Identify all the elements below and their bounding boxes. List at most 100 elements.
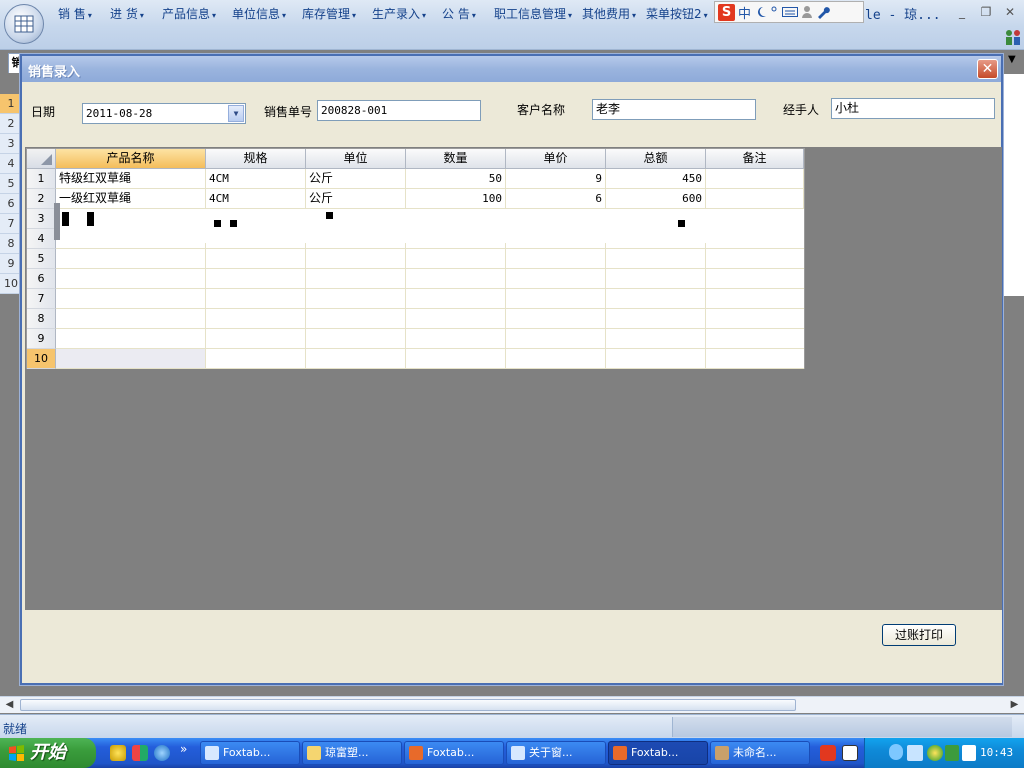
office-button[interactable] [4, 4, 44, 44]
cell-product[interactable]: 特级红双草绳 [56, 169, 206, 189]
col-header-unit[interactable]: 单位 [306, 149, 406, 169]
scroll-right-icon[interactable]: ▶ [1006, 697, 1023, 713]
shield-icon[interactable] [945, 745, 959, 761]
col-header-note[interactable]: 备注 [706, 149, 804, 169]
cell-note[interactable] [706, 169, 804, 189]
col-header-total[interactable]: 总额 [606, 149, 706, 169]
row-header[interactable]: 7 [27, 289, 56, 309]
menu-inventory[interactable]: 库存管理 ▾ [302, 6, 356, 22]
menu-other-expenses[interactable]: 其他费用 ▾ [582, 6, 636, 22]
handler-field[interactable]: 小杜 [831, 98, 995, 119]
bg-row-number: 3 [0, 134, 22, 154]
menu-unit-info[interactable]: 单位信息 ▾ [232, 6, 286, 22]
cell-total[interactable]: 450 [606, 169, 706, 189]
status-text: 就绪 [3, 722, 28, 736]
menu-notice[interactable]: 公 告 ▾ [442, 6, 476, 22]
row-header[interactable]: 8 [27, 309, 56, 329]
cell-price[interactable]: 9 [506, 169, 606, 189]
col-header-spec[interactable]: 规格 [206, 149, 306, 169]
dialog-titlebar[interactable]: 销售录入 ✕ [22, 56, 1001, 82]
col-header-price[interactable]: 单价 [506, 149, 606, 169]
row-header[interactable]: 9 [27, 329, 56, 349]
customer-field[interactable]: 老李 [592, 99, 756, 120]
date-value: 2011-08-28 [86, 107, 153, 120]
user-icon[interactable] [801, 5, 813, 19]
cell-product[interactable]: 一级红双草绳 [56, 189, 206, 209]
bg-row-number: 2 [0, 114, 22, 134]
row-header[interactable]: 2 [27, 189, 56, 209]
start-button[interactable]: 开始 [0, 738, 96, 768]
cell-note[interactable] [706, 189, 804, 209]
ie-icon [511, 746, 525, 760]
cell-unit[interactable]: 公斤 [306, 169, 406, 189]
select-all-corner[interactable] [27, 149, 56, 169]
ie-icon[interactable] [154, 745, 170, 761]
date-picker[interactable]: 2011-08-28 ▼ [82, 103, 246, 124]
row-header[interactable]: 5 [27, 249, 56, 269]
task-folder[interactable]: 琼富塑... [302, 741, 402, 765]
row-header[interactable]: 6 [27, 269, 56, 289]
artifact-block [87, 212, 94, 226]
wrench-icon[interactable] [816, 5, 830, 19]
sales-lines-grid[interactable]: 产品名称 规格 单位 数量 单价 总额 备注 1 2 3 4 5 6 7 8 9… [26, 148, 805, 369]
post-and-print-button[interactable]: 过账打印 [882, 624, 956, 646]
task-about-window[interactable]: 关于窗... [506, 741, 606, 765]
horizontal-scrollbar[interactable]: ◀ ▶ [0, 696, 1024, 713]
chevron-down-icon[interactable]: ▼ [228, 105, 244, 122]
scrollbar-thumb[interactable] [20, 699, 796, 711]
row-header[interactable]: 1 [27, 169, 56, 189]
row-header-selected[interactable]: 10 [27, 349, 56, 369]
menu-staff[interactable]: 职工信息管理 ▾ [494, 6, 572, 22]
task-foxtable-2[interactable]: Foxtab... [404, 741, 504, 765]
dialog-close-button[interactable]: ✕ [977, 59, 998, 79]
row-header[interactable]: 4 [27, 229, 56, 249]
bg-row-number: 8 [0, 234, 22, 254]
help-icon[interactable] [842, 745, 858, 761]
cell-qty[interactable]: 100 [406, 189, 506, 209]
battery-icon[interactable] [962, 745, 976, 761]
ime-mode[interactable]: 中 [738, 3, 751, 22]
cell-spec[interactable]: 4CM [206, 169, 306, 189]
minimize-button[interactable]: _ [952, 4, 972, 20]
keyboard-icon[interactable] [782, 6, 799, 18]
cell-price[interactable]: 6 [506, 189, 606, 209]
people-icon[interactable] [1004, 28, 1022, 46]
menu-purchase[interactable]: 进 货 ▾ [110, 6, 144, 22]
clock[interactable]: 10:43 [980, 746, 1013, 759]
artifact-block [230, 220, 237, 227]
restore-button[interactable]: ❐ [976, 4, 996, 20]
quicklaunch-app-icon[interactable] [132, 745, 148, 761]
tray-expand-icon[interactable] [889, 744, 903, 760]
menu-production[interactable]: 生产录入 ▾ [372, 6, 426, 22]
task-untitled-paint[interactable]: 未命名... [710, 741, 810, 765]
bg-row-number: 10 [0, 274, 22, 294]
quicklaunch-more-icon[interactable]: » [180, 742, 187, 756]
menu-button-2[interactable]: 菜单按钮2 ▾ [646, 6, 708, 22]
window-close-button[interactable]: ✕ [1000, 4, 1020, 20]
task-foxtable-active[interactable]: Foxtab... [608, 741, 708, 765]
quicklaunch-add-icon[interactable] [110, 745, 126, 761]
col-header-product[interactable]: 产品名称 [56, 149, 206, 169]
scroll-left-icon[interactable]: ◀ [1, 697, 18, 713]
menu-product-info[interactable]: 产品信息 ▾ [162, 6, 216, 22]
order-number-field[interactable]: 200828-001 [317, 100, 481, 121]
artifact-block [54, 203, 60, 240]
ime-toolbar[interactable]: S 中 [714, 1, 864, 23]
row-header[interactable]: 3 [27, 209, 56, 229]
dialog-footer [25, 610, 1002, 683]
security-icon[interactable] [927, 745, 943, 761]
cell-qty[interactable]: 50 [406, 169, 506, 189]
network-icon[interactable] [907, 745, 923, 761]
task-foxtable-1[interactable]: Foxtab... [200, 741, 300, 765]
cell-unit[interactable]: 公斤 [306, 189, 406, 209]
punctuation-icon[interactable] [771, 5, 779, 19]
moon-icon[interactable] [754, 5, 768, 19]
menu-sales[interactable]: 销 售 ▾ [58, 6, 92, 22]
col-header-qty[interactable]: 数量 [406, 149, 506, 169]
cell-total[interactable]: 600 [606, 189, 706, 209]
ribbon-collapse-icon[interactable]: ▼ [1008, 54, 1016, 65]
selected-cell[interactable] [56, 349, 206, 369]
sogou-tray-icon[interactable] [820, 745, 836, 761]
bg-row-number: 6 [0, 194, 22, 214]
cell-spec[interactable]: 4CM [206, 189, 306, 209]
